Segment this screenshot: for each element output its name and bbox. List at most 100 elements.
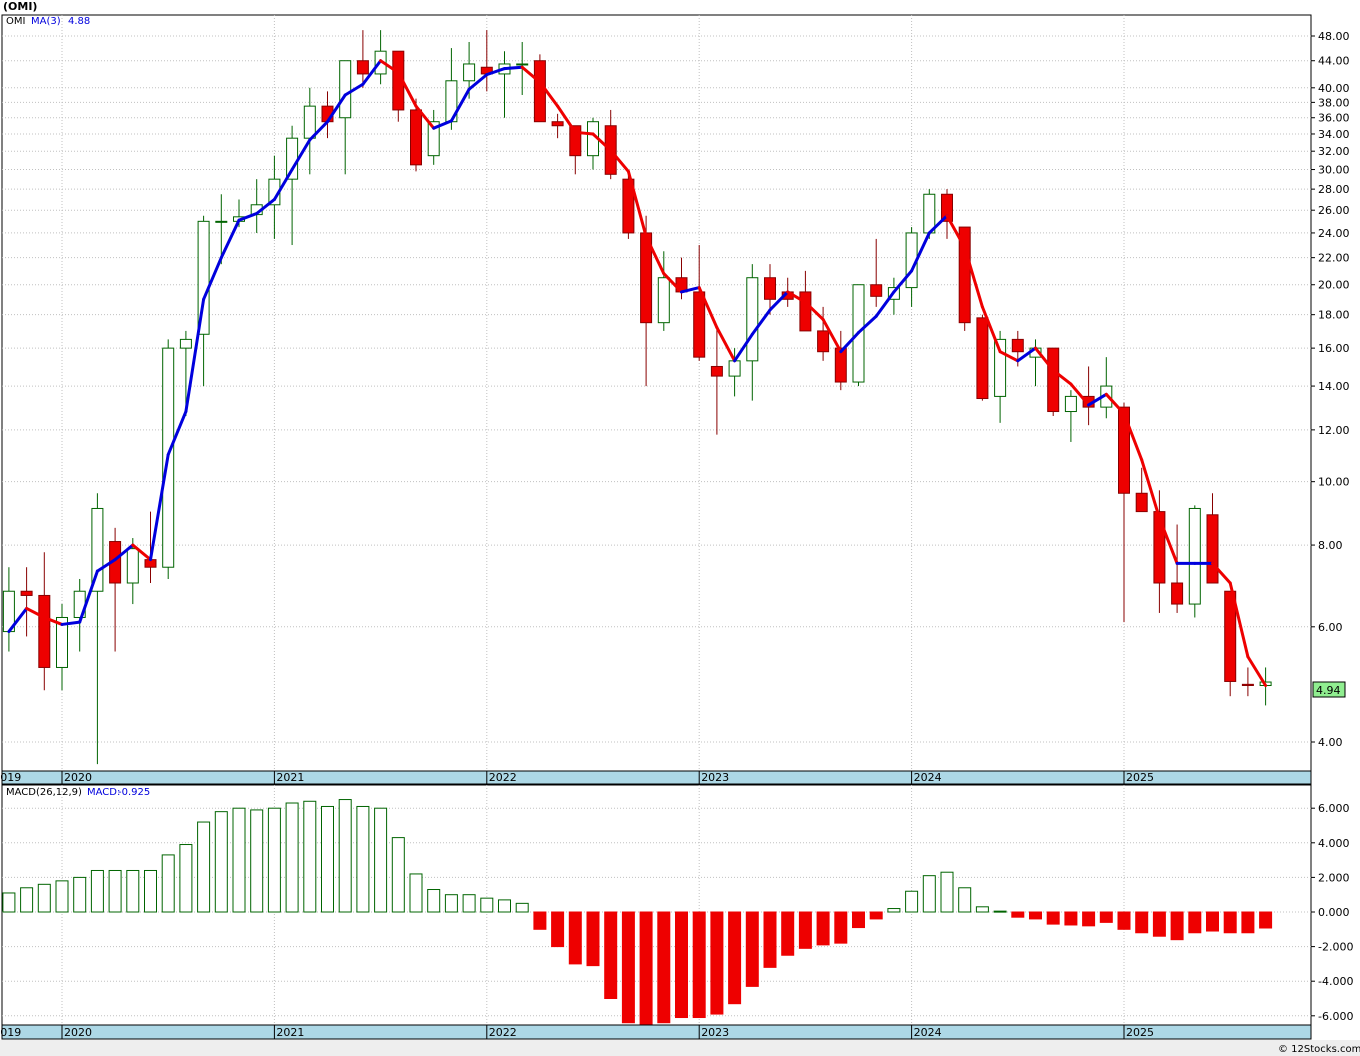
macd-bar (692, 911, 706, 1019)
macd-bar (303, 800, 317, 913)
price-x-label: 2023 (701, 771, 729, 784)
macd-bar (869, 911, 883, 920)
macd-bar (604, 911, 618, 999)
macd-bar (427, 889, 441, 913)
macd-bar (816, 911, 830, 946)
macd-bar (73, 876, 87, 913)
macd-bar (568, 911, 582, 965)
macd-bar (1188, 911, 1202, 934)
price-y-axis: 48.00 44.00 40.0038.00 36.00 34.00 32.00 30.00… (1311, 30, 1350, 749)
macd-tick-label: -2.000 (1318, 941, 1353, 954)
candle-body (710, 365, 723, 377)
macd-bar (1117, 911, 1131, 930)
macd-bar (1099, 911, 1113, 923)
last-price-label: 4.94 (1316, 684, 1341, 697)
candle-body (286, 137, 299, 180)
macd-bar (905, 890, 919, 913)
candle-body (20, 590, 33, 596)
candle-body (657, 277, 670, 324)
macd-tick-label: -6.000 (1318, 1010, 1353, 1023)
macd-bar (1152, 911, 1166, 937)
candle-body (303, 105, 316, 139)
macd-bar (444, 894, 458, 913)
macd-bar (728, 911, 742, 1005)
price-tick-label: 36.00 (1318, 112, 1350, 125)
legend-symbol: OMI (6, 16, 25, 27)
candlestick (1224, 590, 1237, 697)
macd-bar (179, 844, 193, 913)
candlestick (1188, 505, 1201, 618)
price-tick-label: 38.00 (1318, 96, 1350, 109)
macd-bar (975, 906, 989, 913)
candle-body (693, 291, 706, 358)
price-tick-label: 32.00 (1318, 145, 1350, 158)
price-tick-label: 44.00 (1318, 55, 1350, 68)
candle-body (1241, 683, 1254, 687)
macd-bar (391, 837, 405, 913)
macd-bar (338, 799, 352, 913)
macd-bar (356, 805, 370, 913)
stock-chart: 48.00 44.00 40.0038.00 36.00 34.00 32.00 30.00… (0, 14, 1360, 1056)
legend-ma-label: MA(3) (31, 16, 61, 27)
price-tick-label: 22.00 (1318, 252, 1350, 265)
macd-bar (1064, 911, 1078, 926)
macd-x-label: 2024 (914, 1026, 942, 1039)
candle-body (834, 347, 847, 383)
macd-bar (1206, 911, 1219, 932)
candle-body (1064, 395, 1077, 413)
legend-ma-value: 4.88 (68, 16, 90, 27)
candlestick (1047, 347, 1060, 417)
macd-bar (1046, 911, 1060, 925)
candle-body (870, 284, 883, 297)
price-tick-label: 48.00 (1318, 30, 1350, 43)
candle-body (339, 60, 352, 119)
macd-bar (1029, 911, 1042, 920)
candle-body (746, 277, 759, 362)
candle-body (215, 220, 228, 223)
price-tick-label: 16.00 (1318, 342, 1350, 355)
macd-tick-label: 6.000 (1318, 802, 1350, 815)
price-tick-label: 26.00 (1318, 204, 1350, 217)
price-tick-label: 18.00 (1318, 309, 1350, 322)
macd-bar (1241, 911, 1255, 934)
macd-bar (745, 911, 759, 987)
macd-bar (639, 911, 653, 1025)
macd-tick-label: -4.000 (1318, 975, 1353, 988)
macd-bar (214, 811, 228, 913)
candle-body (38, 594, 51, 668)
candle-body (533, 60, 546, 123)
macd-bar (55, 880, 69, 913)
price-panel (1, 14, 1312, 772)
price-tick-label: 8.00 (1318, 539, 1343, 552)
macd-tick-label: 0.000 (1318, 906, 1350, 919)
macd-bar (2, 892, 16, 913)
macd-bar (285, 802, 299, 913)
macd-bar (798, 911, 812, 949)
macd-bar (462, 894, 476, 913)
candle-body (728, 360, 741, 377)
price-tick-label: 34.00 (1318, 128, 1350, 141)
macd-y-axis: 6.000 4.000 2.000 0.000 -2.000 -4.000 -6.000 (1311, 802, 1353, 1023)
macd-bar (940, 871, 954, 913)
macd-bar (144, 869, 157, 913)
price-tick-label: 40.00 (1318, 82, 1350, 95)
macd-x-label: 2020 (64, 1026, 92, 1039)
macd-bar (480, 897, 494, 913)
macd-bar (1011, 911, 1025, 918)
macd-x-label: 2023 (701, 1026, 729, 1039)
macd-bar (551, 911, 565, 948)
macd-legend-value-label: MACD: (87, 787, 120, 798)
macd-bar (958, 887, 972, 913)
macd-bar (161, 854, 175, 913)
price-tick-label: 30.00 (1318, 164, 1350, 177)
macd-x-axis-band (1, 1024, 1312, 1040)
copyright-label: © 12Stocks.com (1278, 1044, 1360, 1055)
macd-bar (374, 807, 388, 913)
macd-x-label: 2025 (1126, 1026, 1154, 1039)
price-x-label: 2024 (914, 771, 942, 784)
macd-bar (267, 807, 281, 913)
price-tick-label: 28.00 (1318, 183, 1350, 196)
candle-body (1047, 347, 1060, 413)
macd-bar (781, 911, 795, 956)
candle-body (516, 63, 529, 66)
